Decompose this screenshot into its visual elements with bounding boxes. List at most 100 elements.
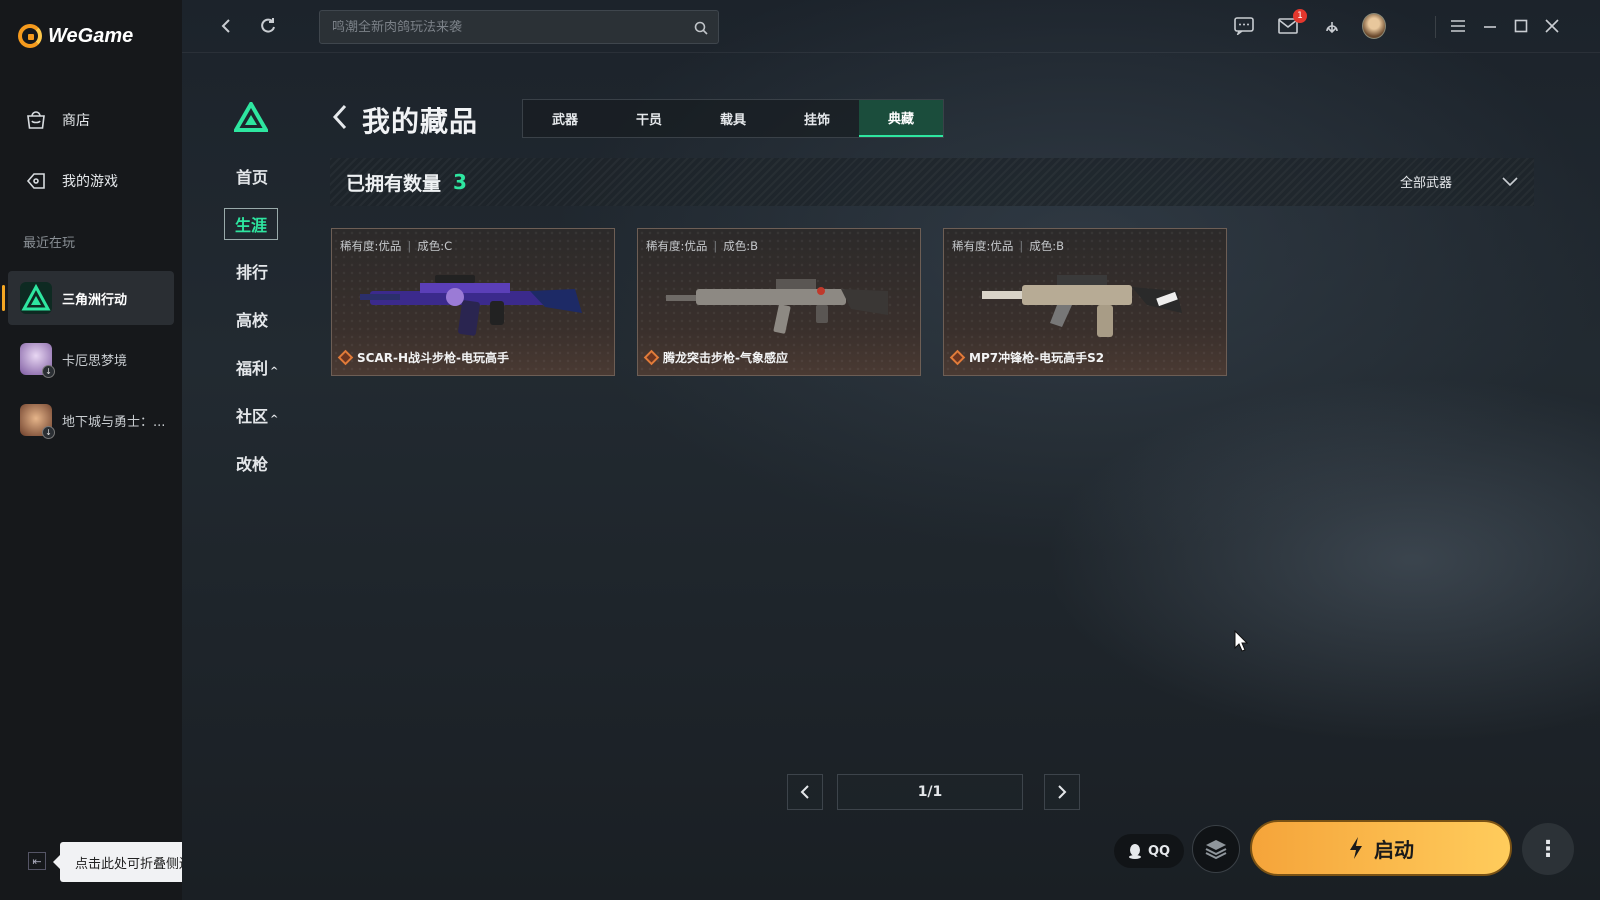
- card-rarity: 稀有度:优品: [340, 239, 402, 253]
- user-avatar[interactable]: [1362, 13, 1386, 39]
- collection-card[interactable]: 稀有度:优品 | 成色:B MP7冲锋枪-电玩高手S2: [943, 228, 1227, 376]
- sidebar-item-label: 我的游戏: [62, 174, 118, 190]
- tab-operators[interactable]: 干员: [607, 100, 691, 137]
- maximize-icon[interactable]: [1509, 14, 1533, 38]
- recent-game-dnf[interactable]: ↓ 地下城与勇士：...: [8, 393, 174, 447]
- layers-icon: [1205, 840, 1227, 860]
- chevron-down-icon: [1502, 176, 1518, 186]
- qq-account-button[interactable]: QQ: [1114, 834, 1184, 868]
- sidebar-item-store[interactable]: 商店: [24, 108, 90, 132]
- wegame-logo-icon: [18, 24, 42, 48]
- my-games-icon: [26, 173, 45, 189]
- weapon-filter-dropdown[interactable]: 全部武器: [1400, 172, 1518, 191]
- game-nav-welfare[interactable]: 福利 ^: [236, 355, 278, 379]
- chevron-up-icon: ^: [270, 366, 279, 377]
- main-area: 1 首页 生涯 排行 高校 福利^ 社区^ 改枪: [182, 0, 1600, 900]
- download-icon: ↓: [42, 426, 55, 439]
- game-nav-career[interactable]: 生涯: [224, 208, 279, 240]
- tab-vehicles[interactable]: 载具: [691, 100, 775, 137]
- card-rarity: 稀有度:优品: [952, 239, 1014, 253]
- back-arrow-icon[interactable]: [332, 104, 348, 137]
- store-bag-icon: [27, 111, 45, 129]
- game-thumbnail: ↓: [20, 343, 55, 378]
- download-manager-icon[interactable]: [1320, 14, 1344, 38]
- search-box[interactable]: [319, 10, 719, 44]
- game-nav-ranking[interactable]: 排行: [236, 259, 268, 283]
- tab-charms[interactable]: 挂饰: [775, 100, 859, 137]
- back-nav-icon[interactable]: [214, 14, 238, 38]
- card-name: SCAR-H战斗步枪-电玩高手: [357, 351, 509, 365]
- weapon-image-tenglong: [666, 279, 888, 334]
- card-meta: 稀有度:优品 | 成色:B: [952, 239, 1065, 253]
- topbar: 1: [182, 0, 1600, 53]
- delta-force-thumbnail: [20, 282, 52, 314]
- recent-game-name: 卡厄思梦境: [62, 353, 128, 369]
- owned-count-bar: 已拥有数量 3 全部武器: [330, 158, 1534, 206]
- delta-force-logo-icon[interactable]: [232, 99, 270, 136]
- search-input[interactable]: [332, 19, 682, 35]
- chevron-left-icon: [800, 785, 809, 799]
- card-grade: 成色:C: [417, 239, 453, 253]
- page-title: 我的藏品: [362, 105, 479, 138]
- rarity-diamond-icon: [949, 349, 966, 366]
- previous-page-button[interactable]: [787, 774, 823, 810]
- refresh-icon[interactable]: [256, 14, 280, 38]
- card-title: SCAR-H战斗步枪-电玩高手: [337, 349, 509, 366]
- recent-game-kaxs[interactable]: ↓ 卡厄思梦境: [8, 332, 174, 386]
- mouse-cursor-icon: [1234, 630, 1248, 652]
- avatar: [1362, 13, 1386, 39]
- mail-badge: 1: [1293, 9, 1307, 23]
- card-grade: 成色:B: [723, 239, 759, 253]
- sidebar-item-my-games[interactable]: 我的游戏: [24, 169, 118, 193]
- recent-game-delta-force[interactable]: 三角洲行动: [2, 271, 174, 325]
- page-header: 我的藏品: [332, 100, 478, 140]
- app-name: WeGame: [48, 24, 134, 47]
- collection-tabs: 武器 干员 载具 挂饰 典藏: [522, 99, 944, 138]
- divider: [1435, 16, 1436, 38]
- game-thumbnail: ↓: [20, 404, 55, 439]
- card-rarity: 稀有度:优品: [646, 239, 708, 253]
- download-icon: ↓: [42, 365, 55, 378]
- tab-collectibles[interactable]: 典藏: [859, 100, 943, 137]
- card-name: MP7冲锋枪-电玩高手S2: [969, 351, 1105, 365]
- mail-icon[interactable]: 1: [1276, 9, 1307, 38]
- owned-label: 已拥有数量: [346, 172, 442, 195]
- card-meta: 稀有度:优品 | 成色:B: [646, 239, 759, 253]
- minimize-icon[interactable]: [1478, 14, 1502, 38]
- collection-card[interactable]: 稀有度:优品 | 成色:B 腾龙突击步枪-气象感应: [637, 228, 921, 376]
- weapon-image-mp7: [982, 275, 1182, 337]
- game-nav-label: 社区: [236, 407, 269, 426]
- more-options-icon[interactable]: ⋮: [1522, 823, 1574, 875]
- weapon-filter-label: 全部武器: [1399, 176, 1452, 191]
- game-nav-home[interactable]: 首页: [236, 164, 268, 188]
- card-meta: 稀有度:优品 | 成色:C: [340, 239, 453, 253]
- menu-icon[interactable]: [1446, 14, 1470, 38]
- card-grade: 成色:B: [1029, 239, 1065, 253]
- chevron-up-icon: ^: [270, 414, 279, 425]
- chat-icon[interactable]: [1232, 14, 1256, 38]
- game-nav-college[interactable]: 高校: [236, 307, 268, 331]
- rarity-diamond-icon: [643, 349, 660, 366]
- next-page-button[interactable]: [1044, 774, 1080, 810]
- collapse-sidebar-icon[interactable]: ⇤: [28, 852, 46, 870]
- game-nav-gunsmith[interactable]: 改枪: [236, 451, 268, 475]
- search-icon[interactable]: [694, 21, 708, 35]
- lightning-bolt-icon: [1350, 837, 1362, 859]
- launch-game-button[interactable]: 启动: [1250, 820, 1512, 876]
- accelerator-button[interactable]: [1192, 825, 1240, 873]
- wegame-logo[interactable]: WeGame: [18, 24, 133, 48]
- recent-game-name: 地下城与勇士：...: [62, 414, 166, 430]
- close-icon[interactable]: [1540, 14, 1564, 38]
- tab-weapons[interactable]: 武器: [523, 100, 607, 137]
- card-title: MP7冲锋枪-电玩高手S2: [949, 349, 1105, 366]
- owned-count: 3: [453, 170, 467, 194]
- recent-games-heading: 最近在玩: [23, 236, 76, 251]
- chevron-right-icon: [1058, 785, 1067, 799]
- game-nav-label: 福利: [236, 359, 269, 378]
- recent-game-name: 三角洲行动: [62, 292, 128, 308]
- app-sidebar: WeGame 商店 我的游戏 最近在玩 三角洲行动 ↓ 卡厄思梦境 ↓ 地下城与…: [0, 0, 182, 900]
- collection-card[interactable]: 稀有度:优品 | 成色:C SCAR-H战斗步枪-电玩高手: [331, 228, 615, 376]
- game-nav-community[interactable]: 社区 ^: [236, 403, 278, 427]
- weapon-image-scar: [360, 275, 582, 336]
- collection-grid: 稀有度:优品 | 成色:C SCAR-H战斗步枪-电玩高手 稀有度:优品 | 成色:B: [331, 228, 1227, 376]
